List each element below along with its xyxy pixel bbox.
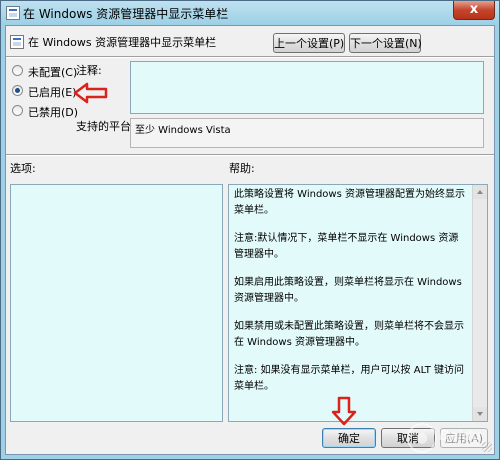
close-button[interactable]: x xyxy=(453,1,495,20)
radio-label-enabled: 已启用(E) xyxy=(28,86,77,99)
help-pane[interactable]: 此策略设置将 Windows 资源管理器配置为始终显示菜单栏。 注意:默认情况下… xyxy=(228,184,488,422)
watermark-text: Baidu xyxy=(439,429,481,444)
help-paragraph: 如果禁用或未配置此策略设置，则菜单栏将不会显示在 Windows 资源管理器中。 xyxy=(234,321,464,348)
scroll-up-icon[interactable] xyxy=(473,185,487,199)
supported-platform-value: 至少 Windows Vista xyxy=(135,125,231,136)
comment-textarea[interactable] xyxy=(130,61,484,114)
help-scrollbar[interactable] xyxy=(472,185,487,421)
scroll-down-icon[interactable] xyxy=(473,407,487,421)
setting-icon xyxy=(10,35,24,49)
dialog-window: 在 Windows 资源管理器中显示菜单栏 x 在 Windows 资源管理器中… xyxy=(0,0,500,460)
comment-label: 注释: xyxy=(76,64,102,77)
radio-label-not-configured: 未配置(C) xyxy=(28,66,78,79)
red-arrow-left-icon xyxy=(73,82,108,104)
options-pane[interactable] xyxy=(10,184,223,422)
next-setting-button[interactable]: 下一个设置(N) xyxy=(349,33,422,53)
setting-title: 在 Windows 资源管理器中显示菜单栏 xyxy=(28,36,217,49)
help-paragraph: 如果启用此策略设置，则菜单栏将显示在 Windows 资源管理器中。 xyxy=(234,277,462,304)
middle-divider xyxy=(6,154,494,156)
help-paragraph: 此策略设置将 Windows 资源管理器配置为始终显示菜单栏。 xyxy=(234,189,465,216)
radio-label-disabled: 已禁用(D) xyxy=(28,106,79,119)
supported-platform-field: 至少 Windows Vista xyxy=(130,118,484,148)
previous-setting-button[interactable]: 上一个设置(P) xyxy=(273,33,345,53)
help-label: 帮助: xyxy=(229,162,255,175)
help-paragraph: 注意:默认情况下，菜单栏不显示在 Windows 资源管理器中。 xyxy=(234,233,459,260)
window-title: 在 Windows 资源管理器中显示菜单栏 xyxy=(23,7,229,21)
help-paragraph: 注意: 如果没有显示菜单栏，用户可以按 ALT 键访问菜单栏。 xyxy=(234,365,465,392)
title-bar[interactable]: 在 Windows 资源管理器中显示菜单栏 x xyxy=(1,1,499,25)
red-arrow-down-icon xyxy=(331,396,357,426)
baidu-watermark: ● Baidu xyxy=(407,421,497,457)
radio-button-not-configured[interactable] xyxy=(12,65,23,76)
policy-icon xyxy=(6,6,20,20)
header-divider xyxy=(6,56,494,58)
supported-platform-label: 支持的平台: xyxy=(76,120,135,133)
paw-icon: ● xyxy=(407,423,437,453)
radio-button-enabled[interactable] xyxy=(12,85,23,96)
options-label: 选项: xyxy=(10,162,36,175)
ok-button[interactable]: 确定 xyxy=(322,428,376,448)
radio-button-disabled[interactable] xyxy=(12,105,23,116)
help-text: 此策略设置将 Windows 资源管理器配置为始终显示菜单栏。 注意:默认情况下… xyxy=(232,185,484,395)
